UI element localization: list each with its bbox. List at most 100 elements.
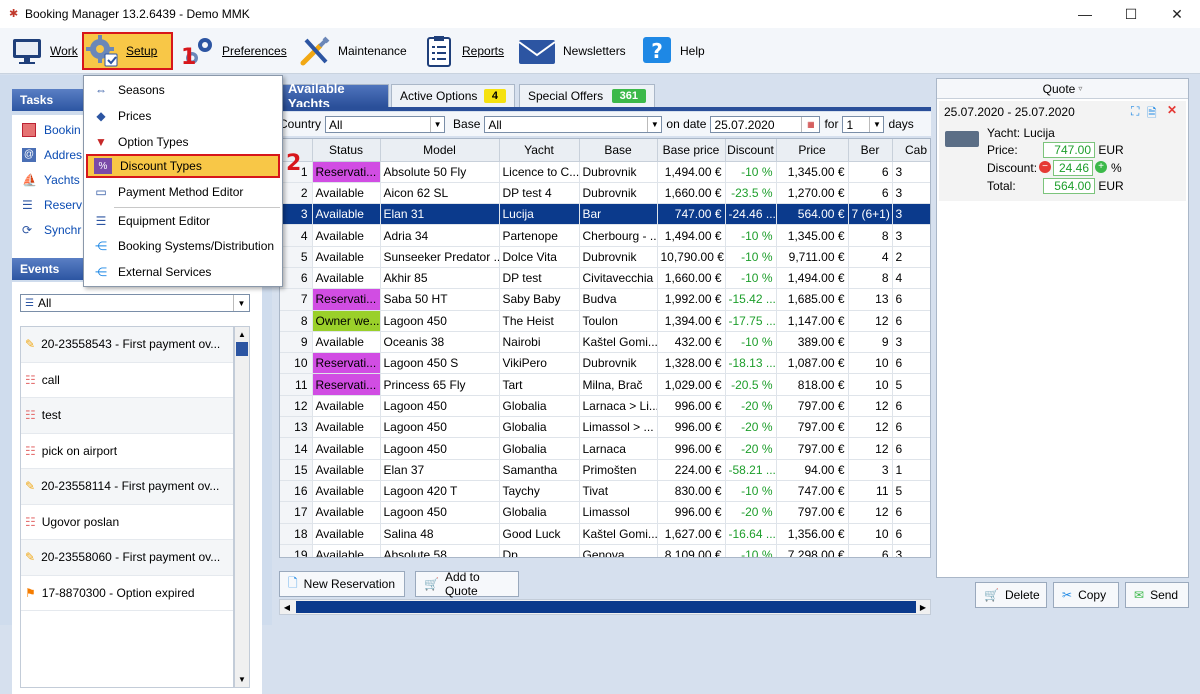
preferences-button[interactable]: Preferences	[182, 32, 287, 70]
task-yachts[interactable]: ⛵ Yachts	[22, 173, 80, 187]
table-row[interactable]: 13 Available Lagoon 450 Globalia Limassol > …	[280, 416, 930, 439]
scroll-thumb[interactable]	[236, 342, 248, 356]
remove-icon[interactable]: ✕	[1167, 103, 1177, 117]
events-scrollbar[interactable]: ▲ ▼	[234, 326, 250, 688]
work-button[interactable]: Work	[10, 32, 78, 70]
add-to-quote-button[interactable]: 🛒 Add to Quote	[415, 570, 519, 598]
table-cell: Tivat	[579, 480, 658, 503]
chevron-down-icon: ▼	[430, 116, 444, 132]
table-cell: Absolute 58	[380, 544, 500, 557]
table-row[interactable]: 16 Available Lagoon 420 T Taychy Tivat 830.00…	[280, 480, 930, 503]
quote-discount-field[interactable]: 24.46	[1053, 160, 1093, 176]
task-addresses[interactable]: @ Addres	[22, 148, 82, 162]
task-bookings[interactable]: Bookin	[22, 123, 81, 137]
menu-item-option-types[interactable]: ▼ Option Types	[86, 130, 280, 154]
newsletters-button[interactable]: Newsletters	[517, 32, 626, 70]
column-header[interactable]: Discount	[725, 139, 777, 162]
new-reservation-button[interactable]: 🗋 New Reservation	[279, 571, 405, 597]
plus-icon[interactable]: +	[1095, 161, 1107, 173]
table-row[interactable]: 3 Available Elan 31 Lucija Bar 747.00 € -24.46…	[280, 203, 930, 226]
base-select[interactable]: All ▼	[484, 115, 663, 133]
document-icon[interactable]: 🗎	[1147, 104, 1157, 125]
count-badge: 4	[483, 89, 506, 103]
tab-active-options[interactable]: Active Options 4	[391, 84, 515, 107]
table-row[interactable]: 2 Available Aicon 62 SL DP test 4 Dubrovnik 1…	[280, 182, 930, 205]
scroll-thumb[interactable]	[296, 601, 916, 613]
table-row[interactable]: 18 Available Salina 48 Good Luck Kaštel Gomi…	[280, 523, 930, 545]
column-header[interactable]: Base	[579, 139, 658, 162]
column-header[interactable]: Model	[380, 139, 500, 162]
days-select[interactable]: 1 ▼	[842, 115, 885, 133]
table-row[interactable]: 15 Available Elan 37 Samantha Primošten 224.0…	[280, 459, 930, 481]
scroll-up-icon[interactable]: ▲	[235, 327, 249, 342]
table-row[interactable]: 10 Reservati... Lagoon 450 S VikiPero Dubrov…	[280, 352, 930, 375]
grid-horizontal-scrollbar[interactable]: ◀ ▶	[279, 599, 931, 615]
note-icon: ☷	[25, 372, 36, 387]
table-row[interactable]: 9 Available Oceanis 38 Nairobi Kaštel Gomi..…	[280, 331, 930, 354]
menu-item-booking-systems[interactable]: ⋲ Booking Systems/Distribution	[86, 234, 280, 258]
menu-item-external-services[interactable]: ⋲ External Services	[86, 260, 280, 284]
column-header[interactable]: Base price	[657, 139, 726, 162]
list-item[interactable]: ☷ Ugovor poslan	[21, 505, 233, 540]
list-item[interactable]: ☷ test	[21, 398, 233, 434]
table-row[interactable]: 6 Available Akhir 85 DP test Civitavecchia 1,…	[280, 267, 930, 290]
expand-icon[interactable]: ⛶	[1131, 104, 1139, 119]
send-button[interactable]: ✉ Send	[1125, 582, 1189, 608]
column-header[interactable]: Price	[776, 139, 849, 162]
copy-button[interactable]: ✂ Copy	[1053, 582, 1119, 608]
delete-button[interactable]: 🛒 Delete	[975, 582, 1047, 608]
scroll-down-icon[interactable]: ▼	[235, 672, 249, 687]
list-item[interactable]: ☷ pick on airport	[21, 434, 233, 469]
table-row[interactable]: 5 Available Sunseeker Predator ... Dolce Vi…	[280, 246, 930, 268]
column-header[interactable]: Status	[312, 139, 381, 162]
scroll-right-icon[interactable]: ▶	[916, 600, 930, 614]
menu-item-seasons[interactable]: ⇔ Seasons	[86, 78, 280, 102]
close-icon[interactable]: ✕	[1154, 0, 1200, 28]
task-reservations[interactable]: ☰ Reserv	[22, 198, 82, 212]
task-synchronize[interactable]: ⟳ Synchr	[22, 223, 81, 237]
country-select[interactable]: All ▼	[325, 115, 446, 133]
table-cell: Licence to C...	[499, 161, 580, 183]
table-row[interactable]: 7 Reservati... Saba 50 HT Saby Baby Budva 1,9…	[280, 288, 930, 311]
menu-item-payment-method-editor[interactable]: ▭ Payment Method Editor	[86, 180, 280, 204]
table-row[interactable]: 17 Available Lagoon 450 Globalia Limassol 996…	[280, 501, 930, 524]
quote-price-field[interactable]: 747.00	[1043, 142, 1095, 158]
table-row[interactable]: 19 Available Absolute 58 Dp Genova 8,109.00 €…	[280, 544, 930, 557]
events-filter-select[interactable]: ☰ All ▼	[20, 294, 250, 312]
list-item[interactable]: ✎ 20-23558114 - First payment ov...	[21, 469, 233, 505]
minus-icon[interactable]: −	[1039, 161, 1051, 173]
column-header[interactable]: Ber	[848, 139, 893, 162]
table-row[interactable]: 14 Available Lagoon 450 Globalia Larnaca 996.…	[280, 437, 930, 460]
minimize-icon[interactable]: —	[1062, 0, 1108, 28]
table-cell: 1,660.00 €	[657, 182, 726, 205]
list-item[interactable]: ☷ call	[21, 363, 233, 398]
help-button[interactable]: ? Help	[640, 32, 705, 70]
table-row[interactable]: 4 Available Adria 34 Partenope Cherbourg - .…	[280, 224, 930, 247]
menu-item-discount-types[interactable]: % Discount Types	[86, 154, 280, 178]
column-header[interactable]: Yacht	[499, 139, 580, 162]
menu-item-prices[interactable]: ◆ Prices	[86, 104, 280, 128]
list-item[interactable]: ✎ 20-23558543 - First payment ov...	[21, 327, 233, 363]
menu-item-equipment-editor[interactable]: ☰ Equipment Editor	[86, 209, 280, 233]
list-item[interactable]: ⚑ 17-8870300 - Option expired	[21, 576, 233, 611]
table-row[interactable]: 11 Reservati... Princess 65 Fly Tart Milna, …	[280, 373, 930, 396]
reports-button[interactable]: Reports	[422, 32, 504, 70]
date-input[interactable]: 25.07.2020 ▦	[710, 115, 821, 133]
table-row[interactable]: 1 Reservati... Absolute 50 Fly Licence to C…	[280, 161, 930, 183]
row-index: 6	[280, 267, 313, 290]
list-item[interactable]: ✎ 20-23558060 - First payment ov...	[21, 540, 233, 576]
scroll-left-icon[interactable]: ◀	[280, 600, 294, 614]
table-cell: 10,790.00 €	[657, 246, 726, 268]
maintenance-button[interactable]: Maintenance	[298, 32, 407, 70]
tab-available-yachts[interactable]: Available Yachts	[279, 81, 389, 111]
table-cell: 1,494.00 €	[776, 267, 849, 290]
maximize-icon[interactable]: ☐	[1108, 0, 1154, 28]
table-row[interactable]: 8 Owner we... Lagoon 450 The Heist Toulon 1,3…	[280, 310, 930, 332]
table-cell: 12	[848, 310, 893, 332]
tab-special-offers[interactable]: Special Offers 361	[519, 84, 655, 107]
table-cell: Samantha	[499, 459, 580, 481]
table-row[interactable]: 12 Available Lagoon 450 Globalia Larnaca > L…	[280, 395, 930, 418]
filter-icon[interactable]: ▿	[1078, 84, 1082, 93]
setup-button[interactable]: Setup	[82, 32, 173, 70]
column-header[interactable]: Cab	[892, 139, 930, 162]
